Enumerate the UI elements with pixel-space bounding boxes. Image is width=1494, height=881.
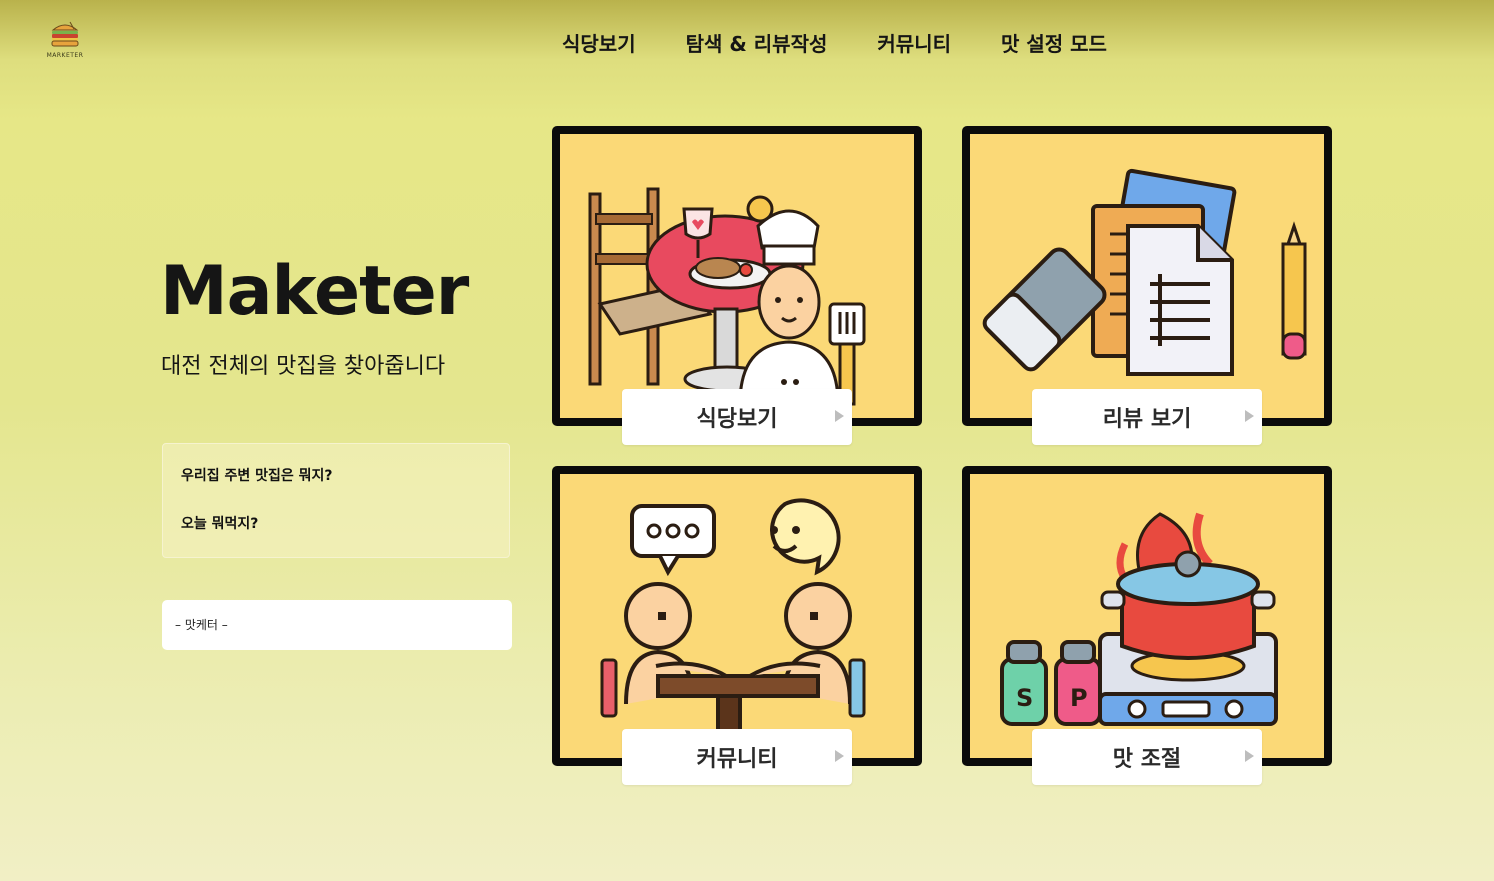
play-arrow-icon	[835, 750, 844, 762]
nav-item-community[interactable]: 커뮤니티	[877, 28, 951, 57]
card-label-taste-adjust[interactable]: 맛 조절	[1032, 729, 1262, 785]
card-label-text: 커뮤니티	[696, 747, 778, 772]
burger-logo-icon	[51, 21, 79, 47]
play-arrow-icon	[1245, 410, 1254, 422]
logo[interactable]: MARKETER	[40, 20, 90, 66]
nav-item-restaurants[interactable]: 식당보기	[562, 28, 636, 57]
card-label-reviews[interactable]: 리뷰 보기	[1032, 389, 1262, 445]
nav-item-explore-review[interactable]: 탐색 & 리뷰작성	[686, 28, 828, 57]
card-label-community[interactable]: 커뮤니티	[622, 729, 852, 785]
quote-line: 우리집 주변 맛집은 뭐지?	[181, 468, 333, 484]
card-community[interactable]: 커뮤니티	[552, 466, 922, 785]
card-restaurants[interactable]: 식당보기	[552, 126, 922, 445]
card-taste-adjust[interactable]: S P 맛 조절	[962, 466, 1332, 785]
quote-box: 우리집 주변 맛집은 뭐지? 오늘 뭐먹지?	[162, 443, 510, 558]
taste-cooking-pot-icon: S P	[1000, 512, 1278, 726]
card-label-text: 식당보기	[696, 407, 778, 432]
play-arrow-icon	[835, 410, 844, 422]
community-talk-icon	[600, 498, 866, 736]
card-label-text: 리뷰 보기	[1102, 407, 1192, 432]
tagline: 대전 전체의 맛집을 찾아줍니다	[161, 354, 446, 379]
play-arrow-icon	[1245, 750, 1254, 762]
card-label-text: 맛 조절	[1112, 747, 1182, 772]
svg-text:S: S	[1016, 684, 1033, 712]
review-documents-icon	[982, 168, 1307, 376]
quote-line: 오늘 뭐먹지?	[181, 516, 259, 532]
svg-text:P: P	[1070, 684, 1088, 712]
top-navigation-bar: MARKETER 식당보기 탐색 & 리뷰작성 커뮤니티 맛 설정 모드	[0, 0, 1494, 86]
signature-box: – 맛케터 –	[162, 600, 512, 650]
brand-title: Maketer	[160, 252, 469, 331]
logo-text: MARKETER	[46, 52, 84, 59]
restaurant-chef-icon	[588, 187, 866, 406]
main-nav: 식당보기 탐색 & 리뷰작성 커뮤니티 맛 설정 모드	[562, 28, 1107, 57]
card-label-restaurants[interactable]: 식당보기	[622, 389, 852, 445]
card-reviews[interactable]: 리뷰 보기	[962, 126, 1332, 445]
nav-item-taste-mode[interactable]: 맛 설정 모드	[1001, 28, 1107, 57]
